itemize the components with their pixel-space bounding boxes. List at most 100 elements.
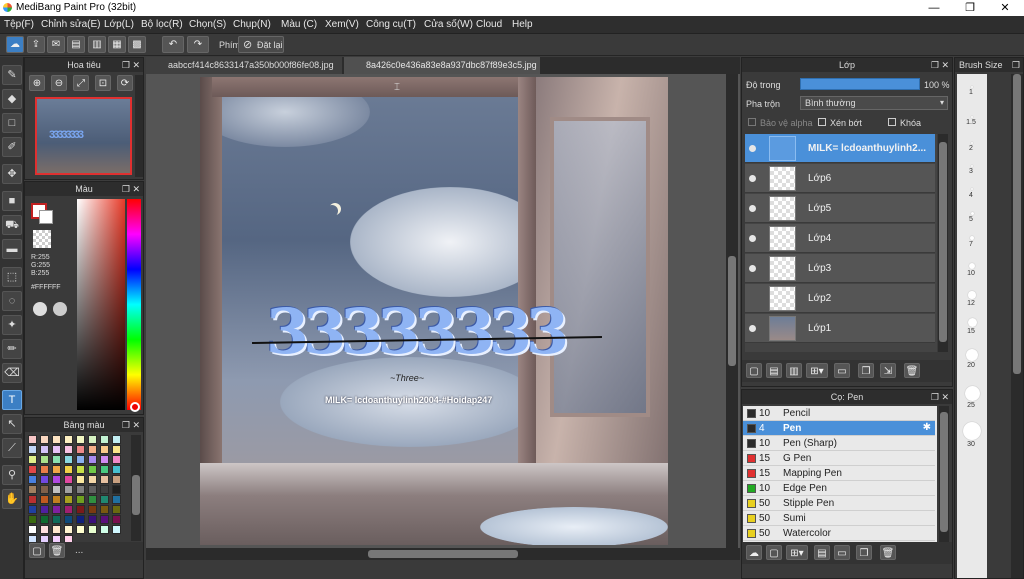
- brush-item[interactable]: 10 Pen (Sharp): [743, 436, 935, 451]
- brush-size-dot[interactable]: [971, 86, 973, 89]
- redo-icon[interactable]: ↷: [187, 36, 209, 53]
- comment-icon[interactable]: ✉: [47, 36, 65, 53]
- visibility-icon[interactable]: [749, 145, 756, 152]
- palette-swatch[interactable]: [52, 465, 61, 474]
- text-tool-icon[interactable]: T: [2, 390, 22, 410]
- brush-item[interactable]: 4 Pen ✱: [743, 421, 935, 436]
- menu-help[interactable]: Help: [512, 19, 533, 30]
- tile-icon[interactable]: ▩: [128, 36, 146, 53]
- menu-snap[interactable]: Chụp(N): [233, 19, 271, 30]
- brush-size-dot[interactable]: [970, 211, 974, 215]
- navigator-scrollbar[interactable]: [135, 75, 143, 177]
- panel-close-icon[interactable]: ❐ ✕: [122, 418, 140, 432]
- brush-size-dot[interactable]: [971, 164, 973, 167]
- folder-icon[interactable]: ▭: [834, 363, 850, 378]
- brush-folder-icon[interactable]: ▭: [834, 545, 850, 560]
- brush-scrollbar[interactable]: [939, 406, 949, 542]
- zoom-in-icon[interactable]: ⊕: [29, 75, 45, 91]
- layer-row[interactable]: Lớp3: [745, 254, 935, 283]
- duplicate-brush-icon[interactable]: ❐: [856, 545, 872, 560]
- lasso-brush-icon[interactable]: ✐: [2, 137, 22, 157]
- palette-swatch[interactable]: [40, 445, 49, 454]
- palette-swatch[interactable]: [40, 435, 49, 444]
- restore-button[interactable]: ❐: [953, 0, 987, 16]
- panel-close-icon[interactable]: ❐ ✕: [122, 58, 140, 72]
- palette-swatch[interactable]: [40, 505, 49, 514]
- page-icon[interactable]: ▥: [88, 36, 106, 53]
- palette-swatch[interactable]: [28, 465, 37, 474]
- brush-size-dot[interactable]: [969, 262, 975, 269]
- saturation-value-box[interactable]: [77, 199, 125, 410]
- delete-layer-icon[interactable]: 🗑: [904, 363, 920, 378]
- brush-size-dot[interactable]: [968, 291, 976, 299]
- select-rect-icon[interactable]: ⬚: [2, 267, 22, 287]
- palette-swatch[interactable]: [100, 485, 109, 494]
- palette-swatch[interactable]: [88, 445, 97, 454]
- palette-swatch[interactable]: [52, 505, 61, 514]
- tab-document-1[interactable]: aabccf414c8633147a350b000f86fe08.jpg: [146, 57, 342, 74]
- menu-color[interactable]: Màu (C): [281, 19, 317, 30]
- minimize-button[interactable]: —: [917, 0, 951, 16]
- menu-file[interactable]: Tệp(F): [4, 19, 34, 30]
- palette-swatch[interactable]: [28, 495, 37, 504]
- palette-swatch[interactable]: [28, 455, 37, 464]
- palette-swatch[interactable]: [28, 475, 37, 484]
- brush-size-dot[interactable]: [969, 235, 975, 241]
- brush-item[interactable]: 15 G Pen: [743, 451, 935, 466]
- brush-size-dot[interactable]: [966, 349, 978, 362]
- palette-swatch[interactable]: [100, 475, 109, 484]
- palette-swatch[interactable]: [112, 495, 121, 504]
- menu-tools[interactable]: Công cụ(T): [366, 19, 416, 30]
- palette-icon[interactable]: [33, 302, 47, 316]
- gradient-tool-icon[interactable]: ▬: [2, 239, 22, 259]
- new-halftone-layer-icon[interactable]: ▤: [766, 363, 782, 378]
- menu-select[interactable]: Chọn(S): [189, 19, 226, 30]
- palette-swatch[interactable]: [76, 475, 85, 484]
- palette-swatch[interactable]: [88, 465, 97, 474]
- palette-swatch[interactable]: [88, 505, 97, 514]
- palette-swatch[interactable]: [64, 435, 73, 444]
- canvas-hscroll[interactable]: [146, 548, 740, 560]
- cloud-icon[interactable]: ☁: [6, 36, 24, 53]
- palette-swatch[interactable]: [100, 435, 109, 444]
- palette-swatch[interactable]: [52, 485, 61, 494]
- lasso-icon[interactable]: ◌: [2, 291, 22, 311]
- material-icon[interactable]: ▤: [67, 36, 85, 53]
- zoom-out-icon[interactable]: ⊖: [51, 75, 67, 91]
- eraser-tool-icon[interactable]: ◆: [2, 89, 22, 109]
- menu-view[interactable]: Xem(V): [325, 19, 359, 30]
- palette-swatch[interactable]: [76, 515, 85, 524]
- palette-swatch[interactable]: [112, 465, 121, 474]
- brush-size-dot[interactable]: [971, 116, 973, 119]
- palette-swatch[interactable]: [64, 445, 73, 454]
- palette-swatch[interactable]: [64, 515, 73, 524]
- brush-size-scrollbar[interactable]: [1011, 74, 1023, 578]
- palette-swatch[interactable]: [76, 505, 85, 514]
- new-layer-icon[interactable]: ▢: [746, 363, 762, 378]
- palette-swatch[interactable]: [40, 475, 49, 484]
- palette-swatch[interactable]: [28, 505, 37, 514]
- merge-layer-icon[interactable]: ⇲: [880, 363, 896, 378]
- hue-handle[interactable]: [130, 402, 140, 412]
- brush-item[interactable]: 50 Sumi: [743, 511, 935, 526]
- canvas-vscroll[interactable]: [726, 74, 738, 548]
- palette-swatch[interactable]: [88, 495, 97, 504]
- brush-tool-icon[interactable]: ✎: [2, 65, 22, 85]
- layer-row[interactable]: Lớp5: [745, 194, 935, 223]
- menu-filter[interactable]: Bộ lọc(R): [141, 19, 183, 30]
- brush-size-dot[interactable]: [963, 422, 981, 441]
- cloud-brush-icon[interactable]: ☁: [746, 545, 762, 560]
- palette-swatch[interactable]: [64, 455, 73, 464]
- actual-size-icon[interactable]: ⊡: [95, 75, 111, 91]
- palette-swatch[interactable]: [64, 505, 73, 514]
- clipping-checkbox[interactable]: [818, 118, 826, 126]
- menu-edit[interactable]: Chỉnh sửa(E): [41, 19, 101, 30]
- palette-swatch[interactable]: [64, 465, 73, 474]
- brush-item[interactable]: 50 Stipple Pen: [743, 496, 935, 511]
- palette-swatch[interactable]: [88, 475, 97, 484]
- palette-swatch[interactable]: [88, 435, 97, 444]
- palette-swatch[interactable]: [52, 475, 61, 484]
- menu-window[interactable]: Cửa số(W): [424, 19, 473, 30]
- palette-swatch[interactable]: [64, 485, 73, 494]
- blend-mode-select[interactable]: Bình thường ▾: [800, 96, 948, 110]
